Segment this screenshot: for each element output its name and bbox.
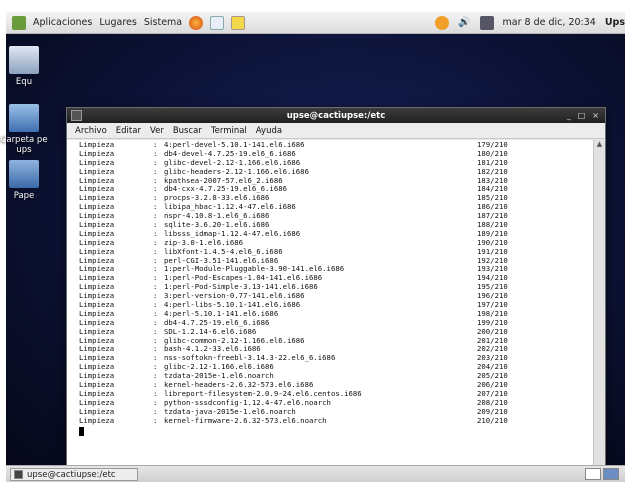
output-action: Limpieza <box>79 415 115 425</box>
menu-places[interactable]: Lugares <box>99 17 137 28</box>
top-panel: Aplicaciones Lugares Sistema 🔊 mar 8 de … <box>6 12 625 34</box>
volume-icon[interactable]: 🔊 <box>458 17 470 28</box>
menu-system[interactable]: Sistema <box>144 17 182 28</box>
desktop-icon-computer[interactable]: Equ <box>0 46 56 87</box>
firefox-icon[interactable] <box>189 15 204 30</box>
terminal-output[interactable]: Limpieza:4:perl-devel-5.10.1-141.el6.i68… <box>67 140 594 482</box>
scrollbar[interactable]: ▲ <box>593 140 605 482</box>
applications-icon <box>12 15 26 30</box>
bottom-panel: upse@cactiupse:/etc <box>6 465 625 482</box>
desktop-icon-label: Pape <box>13 191 35 201</box>
clock[interactable]: mar 8 de dic, 20:34 <box>503 17 596 28</box>
maximize-button[interactable]: □ <box>578 111 586 120</box>
terminal-titlebar[interactable]: upse@cactiupse:/etc _ □ × <box>67 108 605 123</box>
panel-tray: 🔊 mar 8 de dic, 20:34 Ups <box>435 15 625 30</box>
menu-archivo[interactable]: Archivo <box>75 126 107 136</box>
terminal-icon <box>14 470 23 479</box>
help-icon[interactable] <box>210 15 225 30</box>
output-count: 210/210 <box>477 415 508 425</box>
workspace-2[interactable] <box>603 468 619 480</box>
desktop-icon-trash[interactable]: Pape <box>0 160 56 201</box>
desktop-icon-label: Carpeta pe ups <box>0 135 48 155</box>
output-separator: : <box>153 415 158 425</box>
menu-editar[interactable]: Editar <box>116 126 141 136</box>
menu-ver[interactable]: Ver <box>150 126 164 136</box>
desktop-icon-label: Equ <box>15 77 33 87</box>
text-editor-icon[interactable] <box>231 15 246 30</box>
minimize-button[interactable]: _ <box>567 111 571 120</box>
update-icon[interactable] <box>435 15 450 30</box>
workspace-1[interactable] <box>585 468 601 480</box>
computer-icon <box>9 46 39 74</box>
menu-buscar[interactable]: Buscar <box>173 126 202 136</box>
panel-menu: Aplicaciones Lugares Sistema <box>6 15 246 30</box>
taskbar-terminal-button[interactable]: upse@cactiupse:/etc <box>10 468 138 481</box>
text-cursor <box>79 426 84 436</box>
output-package: kernel-firmware-2.6.32-573.el6.noarch <box>164 415 327 425</box>
menu-terminal[interactable]: Terminal <box>211 126 247 136</box>
terminal-window[interactable]: upse@cactiupse:/etc _ □ × Archivo Editar… <box>66 107 606 482</box>
taskbar-label: upse@cactiupse:/etc <box>27 469 116 480</box>
output-lines: Limpieza:4:perl-devel-5.10.1-141.el6.i68… <box>79 140 594 426</box>
output-line: Limpieza: kernel-firmware-2.6.32-573.el6.… <box>79 415 594 426</box>
close-button[interactable]: × <box>592 111 599 120</box>
window-controls: _ □ × <box>567 111 599 120</box>
desktop: Equ Carpeta pe ups Pape upse@cactiupse:/… <box>0 34 625 482</box>
menu-ayuda[interactable]: Ayuda <box>256 126 282 136</box>
terminal-icon <box>71 110 82 121</box>
terminal-title: upse@cactiupse:/etc <box>286 110 386 121</box>
user-menu[interactable]: Ups <box>605 17 625 28</box>
scroll-up-arrow-icon[interactable]: ▲ <box>594 140 605 150</box>
menu-applications[interactable]: Aplicaciones <box>33 17 92 28</box>
network-icon[interactable] <box>479 15 494 30</box>
workspace-switcher <box>585 468 619 480</box>
desktop-icon-home[interactable]: Carpeta pe ups <box>0 104 56 155</box>
trash-icon <box>9 160 39 188</box>
home-folder-icon <box>9 104 39 132</box>
terminal-menubar: Archivo Editar Ver Buscar Terminal Ayuda <box>67 123 605 139</box>
